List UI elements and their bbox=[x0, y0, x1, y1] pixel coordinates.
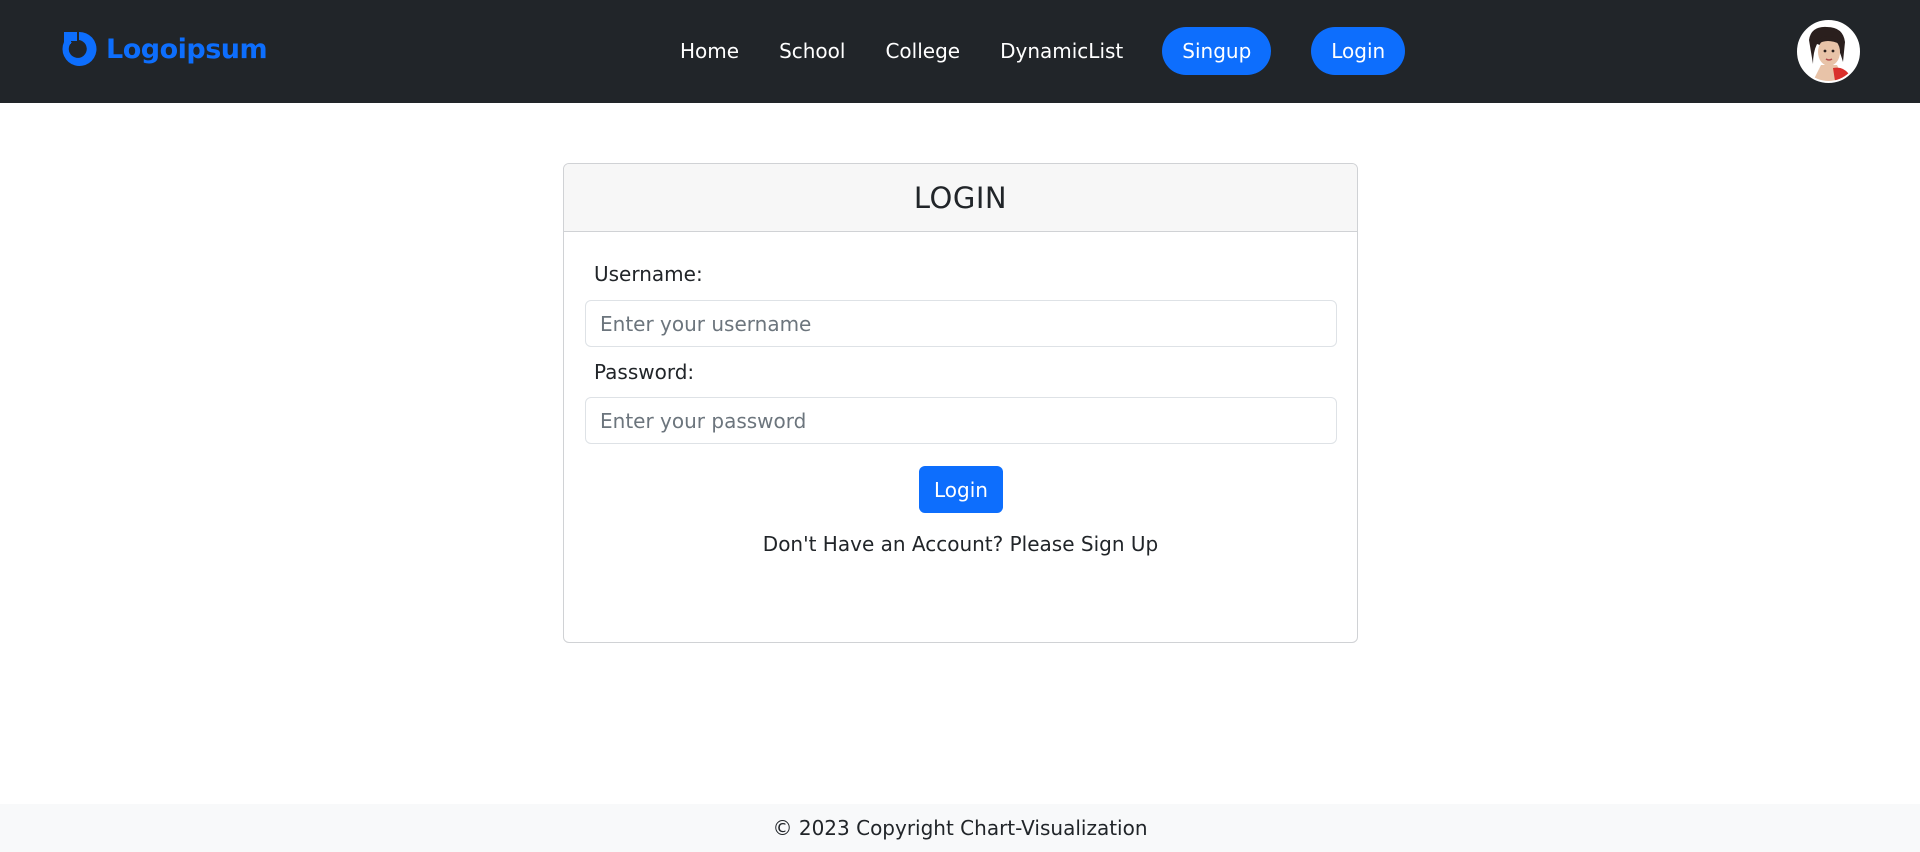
login-card-header: LOGIN bbox=[564, 164, 1357, 232]
login-submit-button[interactable]: Login bbox=[919, 466, 1003, 513]
nav-link-dynamiclist[interactable]: DynamicList bbox=[980, 27, 1143, 75]
copyright-text: © 2023 Copyright Chart-Visualization bbox=[772, 816, 1148, 840]
logo-icon bbox=[60, 30, 98, 68]
user-avatar-icon[interactable] bbox=[1797, 20, 1860, 83]
nav-links: Home School College DynamicList Singup L… bbox=[660, 27, 1406, 75]
username-input[interactable] bbox=[585, 300, 1337, 347]
nav-link-college[interactable]: College bbox=[865, 27, 980, 75]
password-label: Password: bbox=[594, 360, 695, 384]
brand-link[interactable]: Logoipsum bbox=[60, 30, 268, 68]
login-form: Username: Password: Login Don't Have an … bbox=[564, 232, 1357, 642]
footer: © 2023 Copyright Chart-Visualization bbox=[0, 804, 1920, 852]
signup-prompt[interactable]: Don't Have an Account? Please Sign Up bbox=[564, 532, 1357, 556]
login-title: LOGIN bbox=[913, 180, 1008, 215]
signup-button[interactable]: Singup bbox=[1162, 27, 1272, 75]
nav-link-school[interactable]: School bbox=[759, 27, 865, 75]
top-navbar: Logoipsum Home School College DynamicLis… bbox=[0, 0, 1920, 103]
login-card: LOGIN Username: Password: Login Don't Ha… bbox=[563, 163, 1358, 643]
username-label: Username: bbox=[594, 262, 703, 286]
password-input[interactable] bbox=[585, 397, 1337, 444]
nav-login-button[interactable]: Login bbox=[1311, 27, 1406, 75]
nav-link-home[interactable]: Home bbox=[660, 27, 759, 75]
brand-name: Logoipsum bbox=[106, 33, 268, 65]
